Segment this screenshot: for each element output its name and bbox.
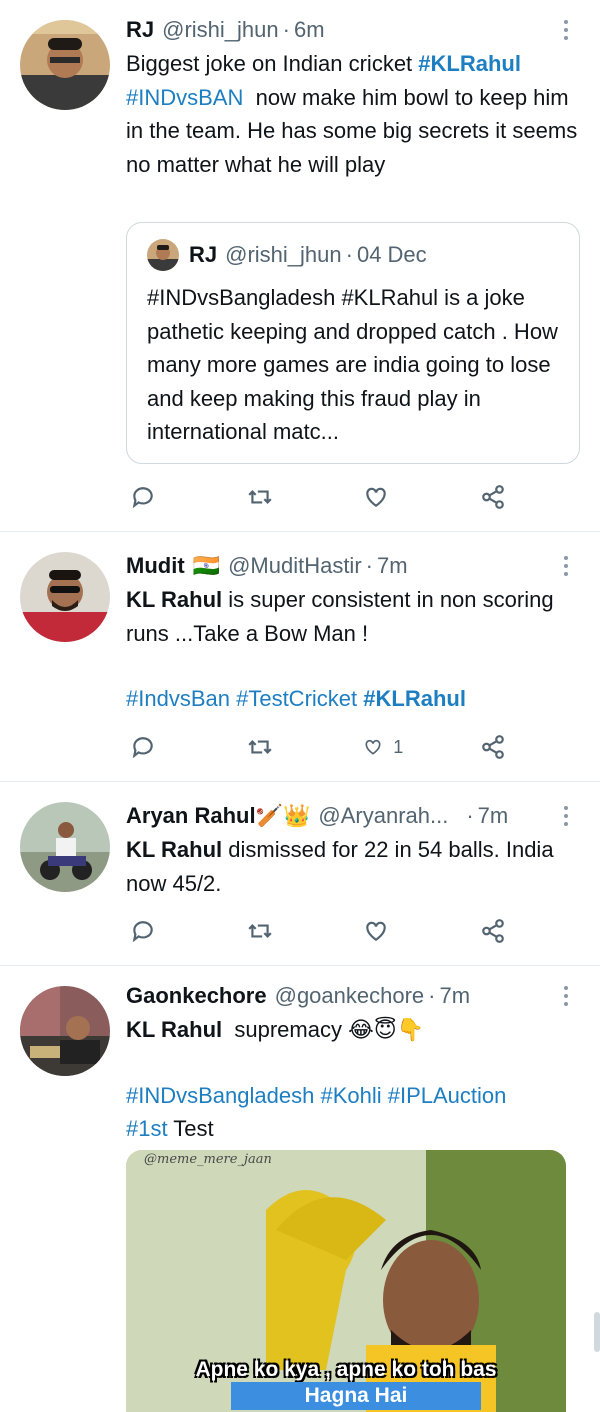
avatar[interactable] [20,552,110,642]
retweet-icon [248,490,272,504]
timestamp[interactable]: 7m [377,553,408,579]
share-button[interactable] [480,734,520,760]
hashtag-link[interactable]: #IPLAuction [388,1083,507,1108]
user-handle[interactable]: @goankechore [275,983,425,1009]
flag-emoji: 🇮🇳 [192,553,221,578]
hashtag-link[interactable]: #INDvsBangladesh [126,1083,314,1108]
text-bold: KL Rahul [126,837,223,862]
meme-caption-highlight: Hagna Hai [231,1382,481,1410]
like-count: 1 [393,736,404,757]
reply-button[interactable] [130,484,170,510]
separator: · [365,553,373,578]
display-name[interactable]: Mudit [126,553,185,579]
display-name[interactable]: Aryan Rahul [126,803,256,829]
tweet-header: Aryan Rahul 🏏👑 @Aryanrah... · 7m [126,800,578,832]
hashtag-link[interactable]: #IndvsBan [126,686,230,711]
hashtag-link[interactable]: #TestCricket [236,686,357,711]
hashtag-link[interactable]: #1st [126,1116,168,1141]
more-options-icon[interactable] [554,14,578,46]
quoted-tweet[interactable]: RJ @rishi_jhun · 04 Dec #INDvsBangladesh… [126,222,580,464]
share-icon [482,735,504,759]
avatar[interactable] [20,802,110,892]
tweet[interactable]: Aryan Rahul 🏏👑 @Aryanrah... · 7m KL Rahu… [0,782,600,966]
avatar[interactable] [20,20,110,110]
retweet-button[interactable] [247,918,287,944]
more-options-icon[interactable] [554,550,578,582]
hashtag-link[interactable]: #KLRahul [418,51,521,76]
meme-watermark: @meme_mere_jaan [144,1152,272,1167]
hashtag-link[interactable]: #INDvsBAN [126,85,243,110]
hashtag-link[interactable]: #KLRahul [363,686,466,711]
heart-icon [365,739,381,755]
share-button[interactable] [480,484,520,510]
tweet-header: Gaonkechore @goankechore · 7m [126,980,578,1012]
scrollbar[interactable] [594,1312,600,1352]
timestamp[interactable]: 7m [478,803,509,829]
tweet-header: RJ @rishi_jhun · 6m [126,14,578,46]
tweet-actions: 1 [130,730,520,764]
tweet[interactable]: Mudit 🇮🇳 @MuditHastir · 7m KL Rahul is s… [0,532,600,782]
more-options-icon[interactable] [554,980,578,1012]
separator: · [428,983,436,1008]
separator: · [345,242,353,267]
meme-caption: Apne ko kya , apne ko toh bas [195,1358,497,1381]
heart-icon [366,921,387,941]
like-button[interactable] [363,918,403,944]
avatar [147,239,179,271]
timestamp[interactable]: 7m [439,983,470,1009]
reply-button[interactable] [130,918,170,944]
tweet-media-image[interactable]: @meme_mere_jaan Apne ko kya , apne ko to… [126,1150,566,1412]
hashtags: #IndvsBan #TestCricket #KLRahul [126,682,578,716]
tweet-text: KL Rahul is super consistent in non scor… [126,583,578,650]
user-handle: @rishi_jhun [225,242,342,267]
more-options-icon[interactable] [554,800,578,832]
like-button[interactable]: 1 [363,734,403,760]
tweet-actions [130,480,520,514]
text-bold: KL Rahul [126,587,223,612]
text-segment: Biggest joke on Indian cricket [126,51,419,76]
tweet-actions [130,914,520,948]
user-handle[interactable]: @rishi_jhun [162,17,279,43]
hashtag-link[interactable]: #Kohli [320,1083,381,1108]
quote-date: 04 Dec [356,242,427,267]
tweet-header: Mudit 🇮🇳 @MuditHastir · 7m [126,550,578,582]
reply-button[interactable] [130,734,170,760]
share-icon [482,919,504,943]
retweet-icon [248,740,272,754]
text-segment: supremacy 😂😇👇 [222,1017,425,1042]
text-bold: KL Rahul [126,1017,223,1042]
timestamp[interactable]: 6m [294,17,325,43]
retweet-icon [248,924,272,938]
quoted-tweet-text: #INDvsBangladesh #KLRahul is a joke path… [147,285,558,444]
user-handle[interactable]: @MuditHastir [228,553,362,579]
separator: · [282,17,290,42]
retweet-button[interactable] [247,734,287,760]
tweet-text: KL Rahul dismissed for 22 in 54 balls. I… [126,833,578,900]
hashtags: #INDvsBangladesh #Kohli #IPLAuction #1st … [126,1079,578,1146]
share-button[interactable] [480,918,520,944]
retweet-button[interactable] [247,484,287,510]
share-icon [482,485,504,509]
tweet-text: Biggest joke on Indian cricket #KLRahul #… [126,47,578,181]
separator: · [466,803,474,828]
reply-icon [132,487,153,509]
quoted-tweet-header: RJ @rishi_jhun · 04 Dec [147,237,559,273]
display-name: RJ [189,242,218,267]
reply-icon [132,737,153,759]
reply-icon [132,921,153,943]
tweet-text: KL Rahul supremacy 😂😇👇 [126,1013,578,1047]
heart-icon [366,487,387,507]
text-segment: Test [167,1116,214,1141]
user-handle[interactable]: @Aryanrah... [318,803,448,829]
name-emoji: 🏏👑 [255,803,311,828]
display-name[interactable]: Gaonkechore [126,983,267,1009]
display-name[interactable]: RJ [126,17,154,43]
like-button[interactable] [363,484,403,510]
tweet[interactable]: RJ @rishi_jhun · 6m Biggest joke on Indi… [0,0,600,532]
avatar[interactable] [20,986,110,1076]
